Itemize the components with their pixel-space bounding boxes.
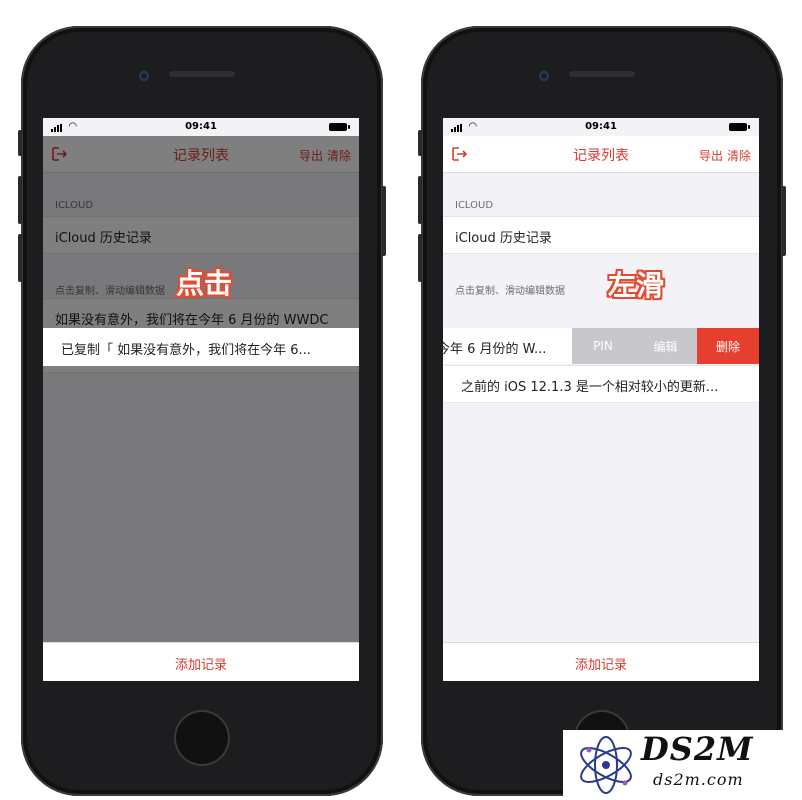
- add-record-button[interactable]: 添加记录: [443, 654, 759, 673]
- nav-bar: 记录列表 导出 清除: [443, 136, 759, 173]
- record-row-1-swiped-text: 今年 6 月份的 W...: [443, 342, 547, 357]
- right-screen: ◠ 09:41 记录列表 导出 清除 ICLOUD iCloud 历史记录 点击…: [443, 118, 759, 681]
- footer-bar: 添加记录: [443, 642, 759, 681]
- atom-logo-icon: [580, 736, 632, 794]
- mute-switch: [18, 130, 22, 156]
- power-button: [782, 186, 786, 256]
- export-button[interactable]: 导出: [699, 147, 723, 164]
- battery-icon: [329, 123, 350, 131]
- swipe-annotation: 左滑: [608, 269, 665, 302]
- edit-button[interactable]: 编辑: [634, 328, 697, 364]
- earpiece-speaker: [569, 71, 635, 77]
- mute-switch: [418, 130, 422, 156]
- delete-button[interactable]: 删除: [697, 328, 759, 364]
- copied-toast: 已复制「 如果没有意外，我们将在今年 6...: [43, 328, 359, 366]
- front-camera: [539, 71, 549, 81]
- left-screen: ◠ 09:41 记录列表 导出 清除 ICLOUD iCloud 历史记录 点击…: [43, 118, 359, 681]
- volume-up-button: [418, 176, 422, 224]
- records-section-header: 点击复制、滑动编辑数据: [455, 286, 565, 297]
- add-record-button[interactable]: 添加记录: [43, 654, 359, 673]
- watermark-brand: DS2M: [641, 730, 754, 768]
- left-phone: ◠ 09:41 记录列表 导出 清除 ICLOUD iCloud 历史记录 点击…: [18, 26, 386, 796]
- volume-down-button: [418, 234, 422, 282]
- icloud-history-row[interactable]: iCloud 历史记录: [443, 216, 759, 254]
- status-time: 09:41: [585, 121, 617, 132]
- footer-bar: 添加记录: [43, 642, 359, 681]
- power-button: [382, 186, 386, 256]
- watermark-domain: ds2m.com: [653, 770, 744, 789]
- status-time: 09:41: [185, 121, 217, 132]
- front-camera: [139, 71, 149, 81]
- dim-overlay: [43, 136, 359, 643]
- status-bar: ◠ 09:41: [443, 118, 759, 136]
- record-row-1-swiped[interactable]: 今年 6 月份的 W... PIN 编辑 删除: [443, 328, 759, 364]
- record-row-2[interactable]: 之前的 iOS 12.1.3 是一个相对较小的更新...: [443, 365, 759, 403]
- record-row-2-text: 之前的 iOS 12.1.3 是一个相对较小的更新...: [461, 380, 719, 395]
- clear-button[interactable]: 清除: [727, 147, 751, 164]
- volume-up-button: [18, 176, 22, 224]
- tap-annotation: 点击: [176, 267, 233, 300]
- copied-toast-text: 已复制「 如果没有意外，我们将在今年 6...: [61, 343, 311, 358]
- right-phone: ◠ 09:41 记录列表 导出 清除 ICLOUD iCloud 历史记录 点击…: [418, 26, 786, 796]
- pin-button[interactable]: PIN: [572, 328, 634, 364]
- battery-icon: [729, 123, 750, 131]
- home-button[interactable]: [174, 710, 230, 766]
- status-bar: ◠ 09:41: [43, 118, 359, 136]
- earpiece-speaker: [169, 71, 235, 77]
- icloud-section-header: ICLOUD: [455, 200, 494, 211]
- icloud-history-label: iCloud 历史记录: [455, 231, 552, 246]
- watermark-logo: DS2M ds2m.com: [563, 730, 802, 800]
- volume-down-button: [18, 234, 22, 282]
